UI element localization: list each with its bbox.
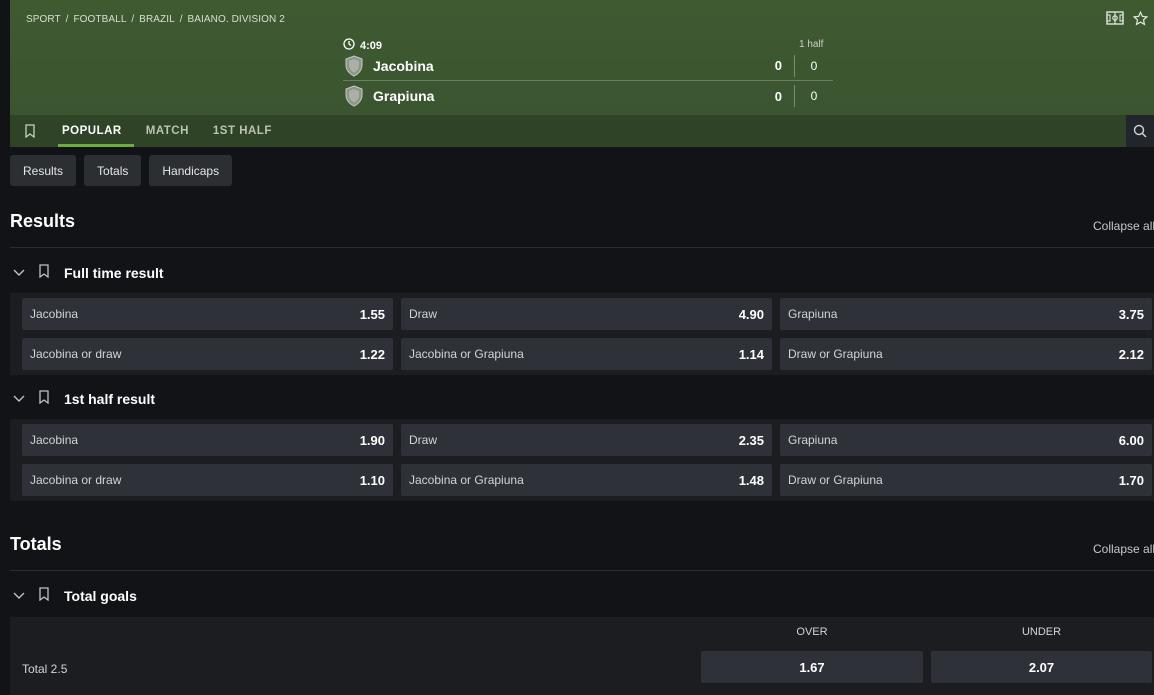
chevron-down-icon[interactable] [12,587,30,605]
away-score: 0 [774,88,782,104]
odd-value: 3.75 [1118,306,1144,322]
totals-table: OVER UNDER Total 2.5 1.67 2.07 [10,617,1154,695]
bookmark-icon[interactable] [10,115,50,147]
odd-value: 1.14 [738,346,764,362]
breadcrumb-item[interactable]: FOOTBALL [73,14,126,25]
chip-handicaps[interactable]: Handicaps [149,155,233,186]
odd-value: 1.90 [359,432,385,448]
odd-value: 1.10 [359,472,385,488]
away-half-score: 0 [810,89,818,103]
market-title: Total goals [64,588,137,604]
odd-value: 1.70 [1118,472,1144,488]
away-team-name: Grapiuna [373,88,435,104]
odd-button[interactable]: Jacobina or Grapiuna 1.14 [401,338,772,370]
home-team-row: Jacobina 0 0 [343,51,833,81]
breadcrumb: SPORT / FOOTBALL / BRAZIL / BAIANO. DIVI… [26,14,285,25]
market-tabs: POPULAR MATCH 1ST HALF [10,115,1154,147]
home-team-name: Jacobina [373,57,434,74]
market-header[interactable]: Full time result [10,263,164,283]
outcome-label: Jacobina [30,307,79,321]
divider [10,247,1154,248]
tab-popular[interactable]: POPULAR [50,115,134,147]
chevron-down-icon[interactable] [12,264,30,282]
odd-value: 1.48 [738,472,764,488]
breadcrumb-item[interactable]: SPORT [26,14,61,25]
home-score: 0 [774,58,782,73]
outcome-label: Jacobina or draw [30,347,122,361]
outcome-label: Grapiuna [788,307,838,321]
odd-button[interactable]: Draw 4.90 [401,298,772,330]
odd-value: 2.35 [738,432,764,448]
odds-row: Jacobina 1.55 Draw 4.90 Grapiuna 3.75 [22,298,1154,330]
odd-button[interactable]: Draw or Grapiuna 2.12 [780,338,1152,370]
odd-button-over[interactable]: 1.67 [701,651,923,683]
section-title-results: Results [10,211,76,231]
breadcrumb-item[interactable]: BAIANO. DIVISION 2 [187,14,284,25]
star-icon[interactable] [1133,11,1148,26]
outcome-label: Draw [409,307,438,321]
search-icon[interactable] [1126,115,1154,147]
column-header-under: UNDER [1021,626,1062,638]
odds-row: Jacobina or draw 1.10 Jacobina or Grapiun… [22,464,1154,496]
market-group-chips: Results Totals Handicaps [10,155,233,186]
divider [10,570,1154,571]
betting-event-page: SPORT / FOOTBALL / BRAZIL / BAIANO. DIVI… [0,0,1154,695]
column-header-over: OVER [796,626,828,638]
odd-button-under[interactable]: 2.07 [931,651,1152,683]
outcome-label: Draw or Grapiuna [788,473,883,487]
odd-button[interactable]: Jacobina 1.90 [22,424,393,456]
outcome-label: Jacobina [30,433,79,447]
market-header[interactable]: Total goals [10,586,137,606]
odds-row: Jacobina 1.90 Draw 2.35 Grapiuna 6.00 [22,424,1154,456]
odd-button[interactable]: Grapiuna 6.00 [780,424,1152,456]
bookmark-icon[interactable] [38,586,56,606]
clock-time: 4:09 [360,39,383,52]
odd-value: 4.90 [738,306,764,322]
team-shield-icon [343,85,365,107]
odd-button[interactable]: Grapiuna 3.75 [780,298,1152,330]
field-icon[interactable] [1106,11,1124,26]
outcome-label: Grapiuna [788,433,838,447]
away-team-row: Grapiuna 0 0 [343,81,833,111]
home-half-score: 0 [810,58,818,73]
odds-grid: Jacobina 1.55 Draw 4.90 Grapiuna 3.75 Jacob… [10,293,1154,375]
odd-value: 1.55 [359,306,385,322]
outcome-label: Draw [409,433,438,447]
odd-button[interactable]: Jacobina or draw 1.22 [22,338,393,370]
header-actions [1106,11,1148,26]
odd-button[interactable]: Draw 2.35 [401,424,772,456]
odds-row: Jacobina or draw 1.22 Jacobina or Grapiun… [22,338,1154,370]
outcome-label: Jacobina or Grapiuna [409,473,524,487]
odd-button[interactable]: Draw or Grapiuna 1.70 [780,464,1152,496]
outcome-label: Jacobina or draw [30,473,122,487]
total-row-label: Total 2.5 [22,662,68,676]
chevron-down-icon[interactable] [12,390,30,408]
match-header: SPORT / FOOTBALL / BRAZIL / BAIANO. DIVI… [10,0,1154,115]
tab-1st-half[interactable]: 1ST HALF [201,115,284,147]
odd-button[interactable]: Jacobina or Grapiuna 1.48 [401,464,772,496]
bookmark-icon[interactable] [38,389,56,409]
collapse-all-button[interactable]: Collapse all [1093,542,1154,556]
chip-results[interactable]: Results [10,155,77,186]
market-title: 1st half result [64,391,156,407]
odds-grid: Jacobina 1.90 Draw 2.35 Grapiuna 6.00 Jacob… [10,419,1154,501]
outcome-label: Jacobina or Grapiuna [409,347,524,361]
odd-value: 1.22 [359,346,385,362]
odd-button[interactable]: Jacobina or draw 1.10 [22,464,393,496]
team-shield-icon [343,54,365,77]
chip-totals[interactable]: Totals [84,155,142,186]
collapse-all-button[interactable]: Collapse all [1093,219,1154,233]
odd-button[interactable]: Jacobina 1.55 [22,298,393,330]
tab-match[interactable]: MATCH [134,115,201,147]
odd-value: 2.12 [1118,346,1144,362]
period-label: 1 half [799,39,824,50]
market-header[interactable]: 1st half result [10,389,155,409]
section-title-totals: Totals [10,534,62,554]
outcome-label: Draw or Grapiuna [788,347,883,361]
market-title: Full time result [64,265,164,281]
odd-value: 6.00 [1118,432,1144,448]
breadcrumb-item[interactable]: BRAZIL [139,14,175,25]
bookmark-icon[interactable] [38,263,56,283]
